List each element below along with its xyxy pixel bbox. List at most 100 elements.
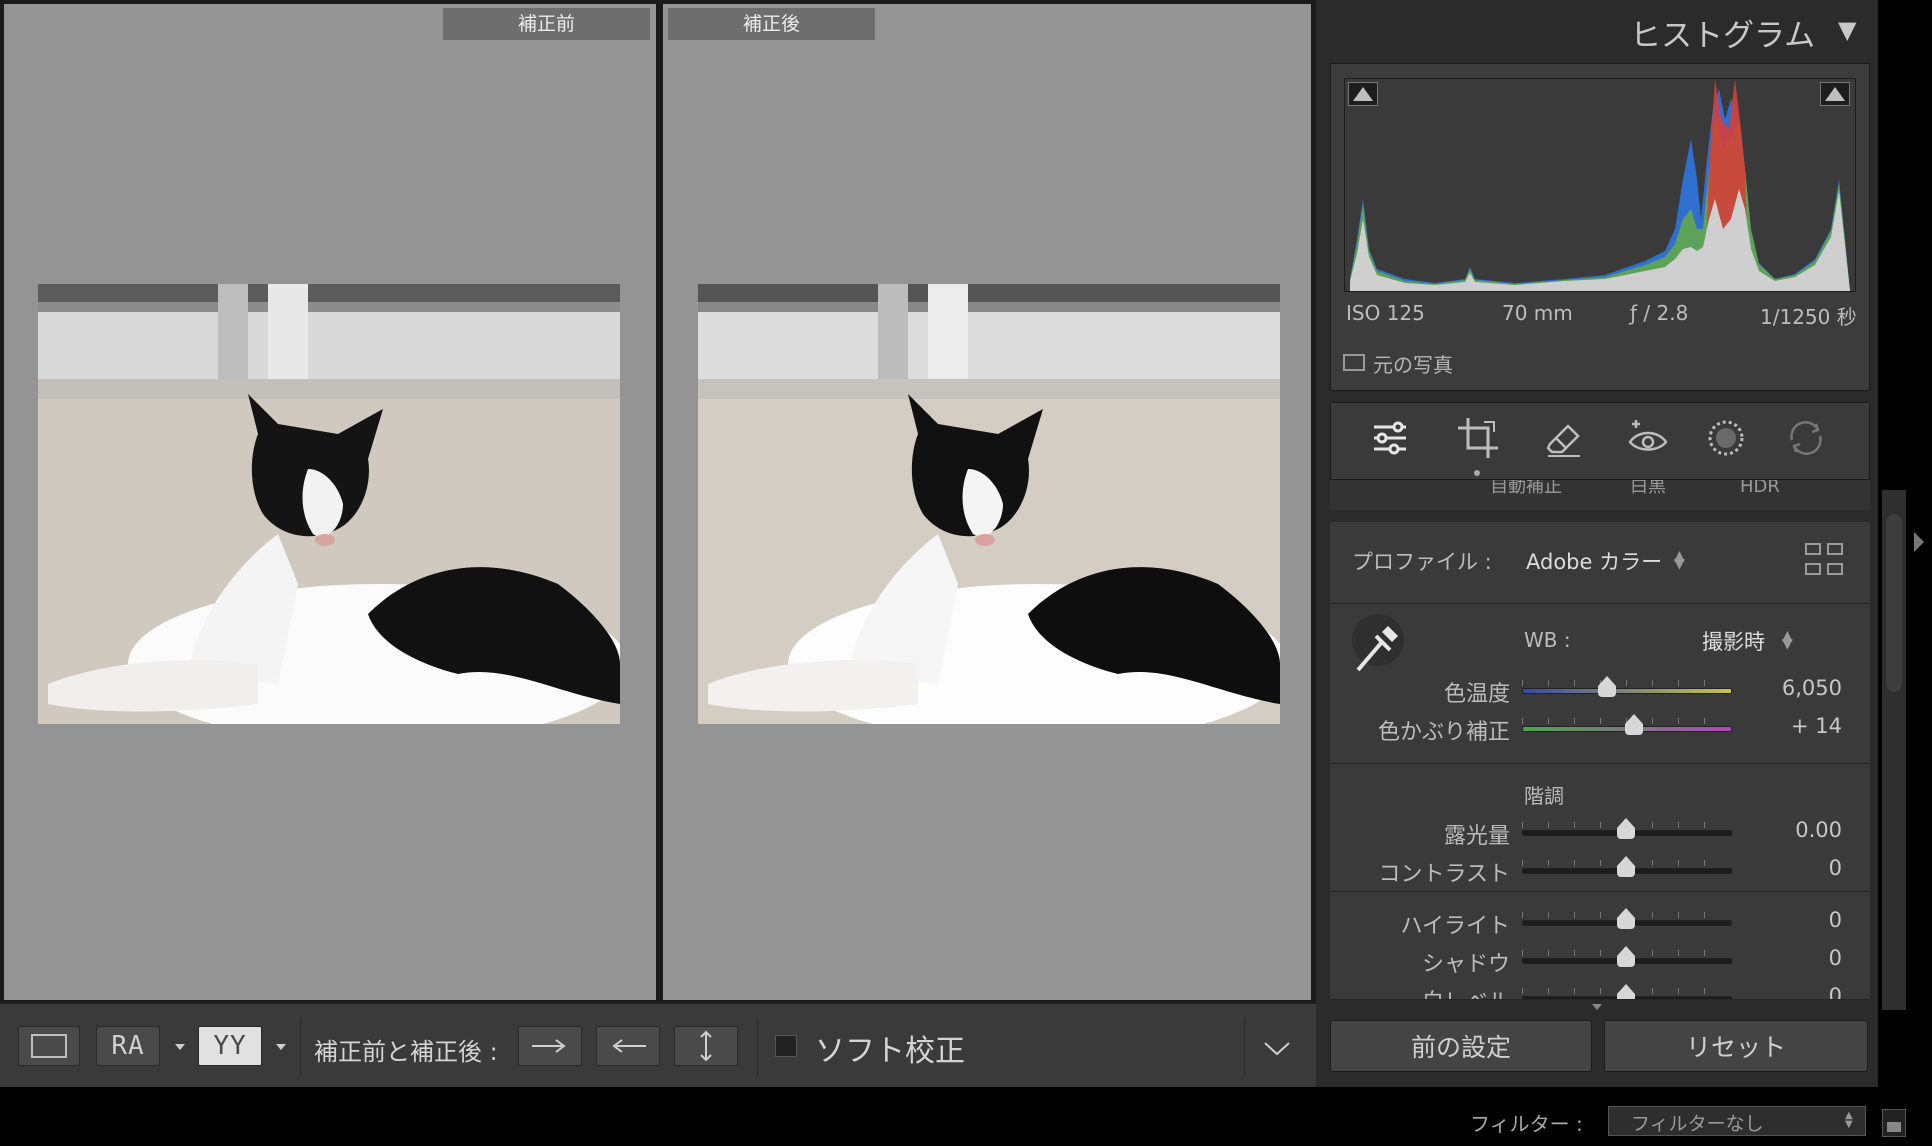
profile-label: プロファイル : xyxy=(1352,550,1492,574)
panel-scrollbar-thumb[interactable] xyxy=(1886,514,1902,692)
presets-sync-icon[interactable] xyxy=(1782,414,1830,462)
arrow-right-icon xyxy=(532,1039,566,1053)
iso-value: ISO 125 xyxy=(1346,301,1425,325)
compare-toolbar: RA YY 補正前と補正後 : ソフト校正 xyxy=(0,1002,1316,1089)
slider-row: 白レベル 0 xyxy=(1330,982,1870,999)
aperture-value: ƒ / 2.8 xyxy=(1630,301,1689,325)
slider-value[interactable]: 0 xyxy=(1762,946,1842,970)
clipping-triangle-icon xyxy=(1825,87,1845,101)
soft-proof-checkbox[interactable] xyxy=(775,1035,797,1057)
profile-select[interactable]: Adobe カラー xyxy=(1526,546,1662,576)
toolbar-options-chevron-icon[interactable] xyxy=(1262,1040,1292,1058)
before-pane[interactable]: 補正前 xyxy=(4,4,656,1000)
cat-photo-after xyxy=(698,284,1280,724)
wb-stepper-icon[interactable]: ▲ ▼ xyxy=(1782,629,1793,651)
profile-stepper-icon[interactable]: ▲ ▼ xyxy=(1674,549,1685,571)
slider-label: シャドウ xyxy=(1421,952,1510,977)
copy-after-to-before-button[interactable] xyxy=(596,1026,660,1066)
toolbar-divider xyxy=(757,1018,758,1076)
arrow-left-icon xyxy=(612,1039,646,1053)
presence-section: ハイライト 0 シャドウ 0 白レベル 0 xyxy=(1330,892,1870,1000)
slider-label: 白レベル xyxy=(1330,984,1510,999)
wb-label: WB : xyxy=(1524,628,1571,652)
highlight-clipping-toggle[interactable] xyxy=(1820,82,1850,106)
after-pane[interactable]: 補正後 xyxy=(663,4,1311,1000)
slider-label: コントラスト xyxy=(1378,862,1510,887)
cat-photo-before xyxy=(38,284,620,724)
slider-value[interactable]: 0.00 xyxy=(1762,818,1842,842)
slider-value[interactable]: + 14 xyxy=(1762,714,1842,738)
before-after-split-button[interactable]: YY xyxy=(198,1026,262,1066)
histogram-title: ヒストグラム xyxy=(1630,18,1816,54)
compare-view: 補正前 補正後 xyxy=(0,0,1316,1002)
before-photo[interactable] xyxy=(38,284,620,724)
after-label: 補正後 xyxy=(668,8,875,40)
presence-sliders: ハイライト 0 シャドウ 0 白レベル 0 xyxy=(1330,906,1870,999)
slider-row: シャドウ 0 xyxy=(1330,944,1870,982)
original-photo-label: 元の写真 xyxy=(1373,353,1453,377)
before-after-left-right-button[interactable]: RA xyxy=(96,1026,160,1066)
panel-scroll-down-icon[interactable] xyxy=(1592,1004,1602,1010)
filter-select[interactable]: フィルターなし ▲ ▼ xyxy=(1608,1106,1866,1136)
wb-sliders: 色温度 6,050 色かぶり補正 + 14 xyxy=(1330,674,1870,754)
profile-section: プロファイル : Adobe カラー ▲ ▼ xyxy=(1330,522,1870,604)
histogram-collapse-icon[interactable]: ▼ xyxy=(1838,16,1856,44)
crop-icon[interactable] xyxy=(1454,414,1502,462)
active-tool-indicator xyxy=(1474,470,1480,476)
tone-sliders: 露光量 0.00 コントラスト 0 xyxy=(1330,816,1870,892)
histogram-curve xyxy=(1350,79,1850,291)
slider-label: 色温度 xyxy=(1443,682,1510,707)
slider-label: ハイライト xyxy=(1400,914,1510,939)
focal-length-value: 70 mm xyxy=(1502,301,1573,325)
slider-row: ハイライト 0 xyxy=(1330,906,1870,944)
copy-before-to-after-button[interactable] xyxy=(518,1026,582,1066)
healing-eraser-icon[interactable] xyxy=(1540,414,1588,462)
filter-select-value: フィルターなし xyxy=(1631,1113,1764,1135)
loupe-view-button[interactable] xyxy=(18,1026,80,1066)
original-photo-checkbox[interactable] xyxy=(1343,354,1365,371)
after-photo[interactable] xyxy=(698,284,1280,724)
slider-label: 色かぶり補正 xyxy=(1377,720,1510,745)
filter-label: フィルター : xyxy=(1470,1112,1583,1136)
wb-eyedropper-icon[interactable] xyxy=(1348,612,1408,676)
slider-value[interactable]: 6,050 xyxy=(1762,676,1842,700)
treatment-row-partial: 自動補正 白黒 HDR xyxy=(1330,480,1870,510)
tone-header: 階調 xyxy=(1524,784,1564,808)
swap-before-after-button[interactable] xyxy=(674,1026,738,1066)
toolbar-divider xyxy=(1244,1018,1245,1076)
filmstrip-bar: フィルター : フィルターなし ▲ ▼ xyxy=(0,1087,1932,1146)
slider-row: 色かぶり補正 + 14 xyxy=(1330,712,1870,750)
compare-label: 補正前と補正後 : xyxy=(314,1038,498,1066)
slider-ticks xyxy=(1522,680,1730,686)
shadow-clipping-toggle[interactable] xyxy=(1348,82,1378,106)
swap-vertical-icon xyxy=(700,1030,712,1062)
filter-stepper-icon: ▲ ▼ xyxy=(1845,1110,1853,1130)
previous-settings-button[interactable]: 前の設定 xyxy=(1330,1020,1592,1072)
filter-lock-toggle[interactable] xyxy=(1882,1109,1906,1137)
bw-label: 白黒 xyxy=(1630,480,1666,497)
wb-select[interactable]: 撮影時 xyxy=(1702,626,1765,656)
slider-row: 色温度 6,050 xyxy=(1330,674,1870,712)
yy-dropdown-icon[interactable] xyxy=(276,1044,286,1050)
ra-dropdown-icon[interactable] xyxy=(175,1044,185,1050)
slider-value[interactable]: 0 xyxy=(1762,856,1842,880)
reset-button[interactable]: リセット xyxy=(1604,1020,1868,1072)
white-balance-section: WB : 撮影時 ▲ ▼ 色温度 6,050 色かぶり補正 + 14 xyxy=(1330,604,1870,764)
lock-icon xyxy=(1887,1122,1901,1132)
slider-value[interactable]: 0 xyxy=(1762,908,1842,932)
slider-label: 露光量 xyxy=(1443,824,1510,849)
before-label: 補正前 xyxy=(443,8,650,40)
mask-icon[interactable] xyxy=(1702,414,1750,462)
slider-value[interactable]: 0 xyxy=(1762,984,1842,999)
histogram-graph[interactable] xyxy=(1344,78,1856,292)
panel-collapse-arrow-icon[interactable] xyxy=(1914,532,1924,552)
slider-track[interactable] xyxy=(1522,688,1732,694)
clipping-triangle-icon xyxy=(1353,87,1373,101)
shutter-speed-value: 1/1250 秒 xyxy=(1760,305,1857,329)
edit-sliders-icon[interactable] xyxy=(1366,414,1414,462)
auto-tone-label: 自動補正 xyxy=(1490,480,1562,497)
red-eye-icon[interactable] xyxy=(1624,414,1672,462)
slider-row: 露光量 0.00 xyxy=(1330,816,1870,854)
soft-proof-label: ソフト校正 xyxy=(815,1034,965,1069)
profile-browser-grid-icon[interactable] xyxy=(1804,542,1846,578)
